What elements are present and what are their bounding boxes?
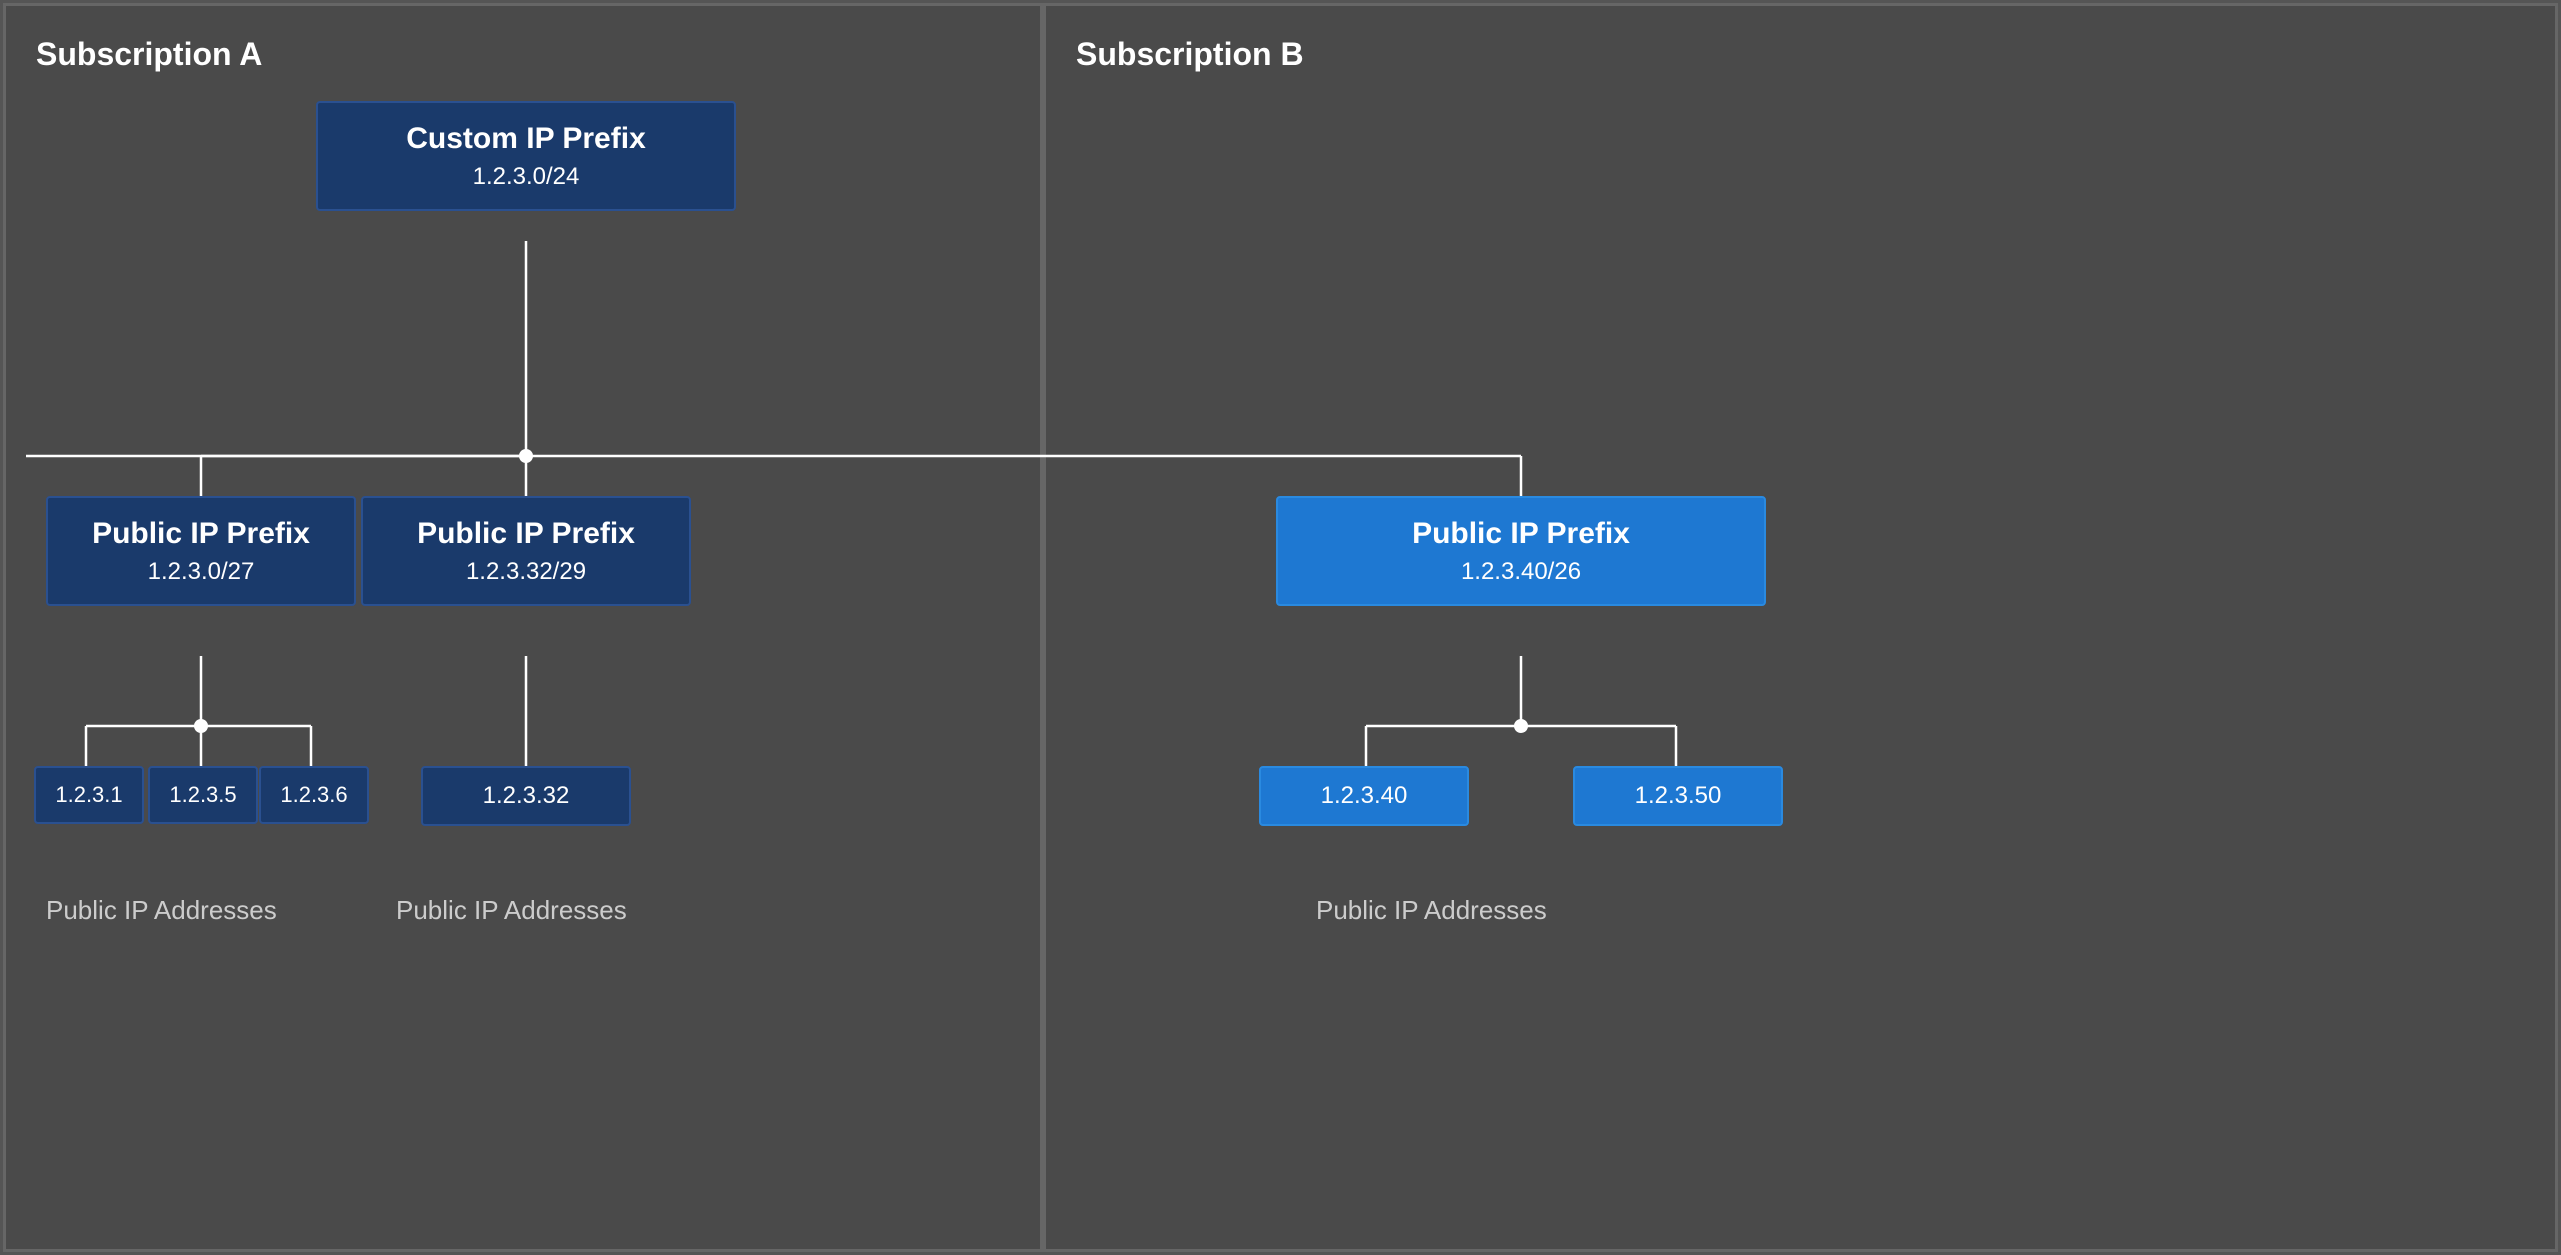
- subscription-b-label: Subscription B: [1076, 36, 2525, 73]
- subscription-a: Subscription A: [3, 3, 1043, 1252]
- addr-5: 1.2.3.40: [1259, 766, 1469, 826]
- addr-5-box: 1.2.3.40: [1259, 766, 1469, 826]
- addr-3-box: 1.2.3.6: [259, 766, 369, 824]
- prefix-right: Public IP Prefix 1.2.3.40/26: [1276, 496, 1766, 606]
- public-ip-addresses-label-right: Public IP Addresses: [1316, 895, 1547, 926]
- addr-3: 1.2.3.6: [259, 766, 369, 824]
- custom-ip-prefix-title: Custom IP Prefix: [342, 121, 710, 157]
- custom-ip-prefix-subtitle: 1.2.3.0/24: [342, 163, 710, 191]
- addr-1: 1.2.3.1: [34, 766, 144, 824]
- addr-2-box: 1.2.3.5: [148, 766, 258, 824]
- prefix-right-box: Public IP Prefix 1.2.3.40/26: [1276, 496, 1766, 606]
- addr-2: 1.2.3.5: [148, 766, 258, 824]
- prefix-right-subtitle: 1.2.3.40/26: [1302, 558, 1740, 586]
- prefix-center-subtitle: 1.2.3.32/29: [387, 558, 665, 586]
- public-ip-label-left: Public IP Addresses: [46, 881, 277, 926]
- addr-3-value: 1.2.3.6: [279, 782, 349, 808]
- custom-ip-prefix: Custom IP Prefix 1.2.3.0/24: [316, 101, 736, 211]
- addr-4-value: 1.2.3.32: [441, 782, 611, 810]
- custom-ip-prefix-box: Custom IP Prefix 1.2.3.0/24: [316, 101, 736, 211]
- addr-6-box: 1.2.3.50: [1573, 766, 1783, 826]
- addr-1-box: 1.2.3.1: [34, 766, 144, 824]
- addr-4: 1.2.3.32: [421, 766, 631, 826]
- addr-1-value: 1.2.3.1: [54, 782, 124, 808]
- public-ip-addresses-label-left: Public IP Addresses: [46, 895, 277, 926]
- public-ip-label-right: Public IP Addresses: [1316, 881, 1547, 926]
- public-ip-label-center: Public IP Addresses: [396, 881, 627, 926]
- subscription-a-label: Subscription A: [36, 36, 1010, 73]
- addr-5-value: 1.2.3.40: [1279, 782, 1449, 810]
- prefix-center: Public IP Prefix 1.2.3.32/29: [361, 496, 691, 606]
- addr-6: 1.2.3.50: [1573, 766, 1783, 826]
- main-container: Subscription A: [0, 0, 2561, 1255]
- prefix-left: Public IP Prefix 1.2.3.0/27: [46, 496, 356, 606]
- addr-2-value: 1.2.3.5: [168, 782, 238, 808]
- subscription-b: Subscription B Public IP Prefix 1.2.3.40: [1043, 3, 2558, 1252]
- addr-4-box: 1.2.3.32: [421, 766, 631, 826]
- subscription-b-diagram: [1046, 6, 2555, 1249]
- prefix-center-title: Public IP Prefix: [387, 516, 665, 552]
- prefix-right-title: Public IP Prefix: [1302, 516, 1740, 552]
- prefix-left-subtitle: 1.2.3.0/27: [72, 558, 330, 586]
- prefix-center-box: Public IP Prefix 1.2.3.32/29: [361, 496, 691, 606]
- addr-6-value: 1.2.3.50: [1593, 782, 1763, 810]
- prefix-left-box: Public IP Prefix 1.2.3.0/27: [46, 496, 356, 606]
- prefix-left-title: Public IP Prefix: [72, 516, 330, 552]
- public-ip-addresses-label-center: Public IP Addresses: [396, 895, 627, 926]
